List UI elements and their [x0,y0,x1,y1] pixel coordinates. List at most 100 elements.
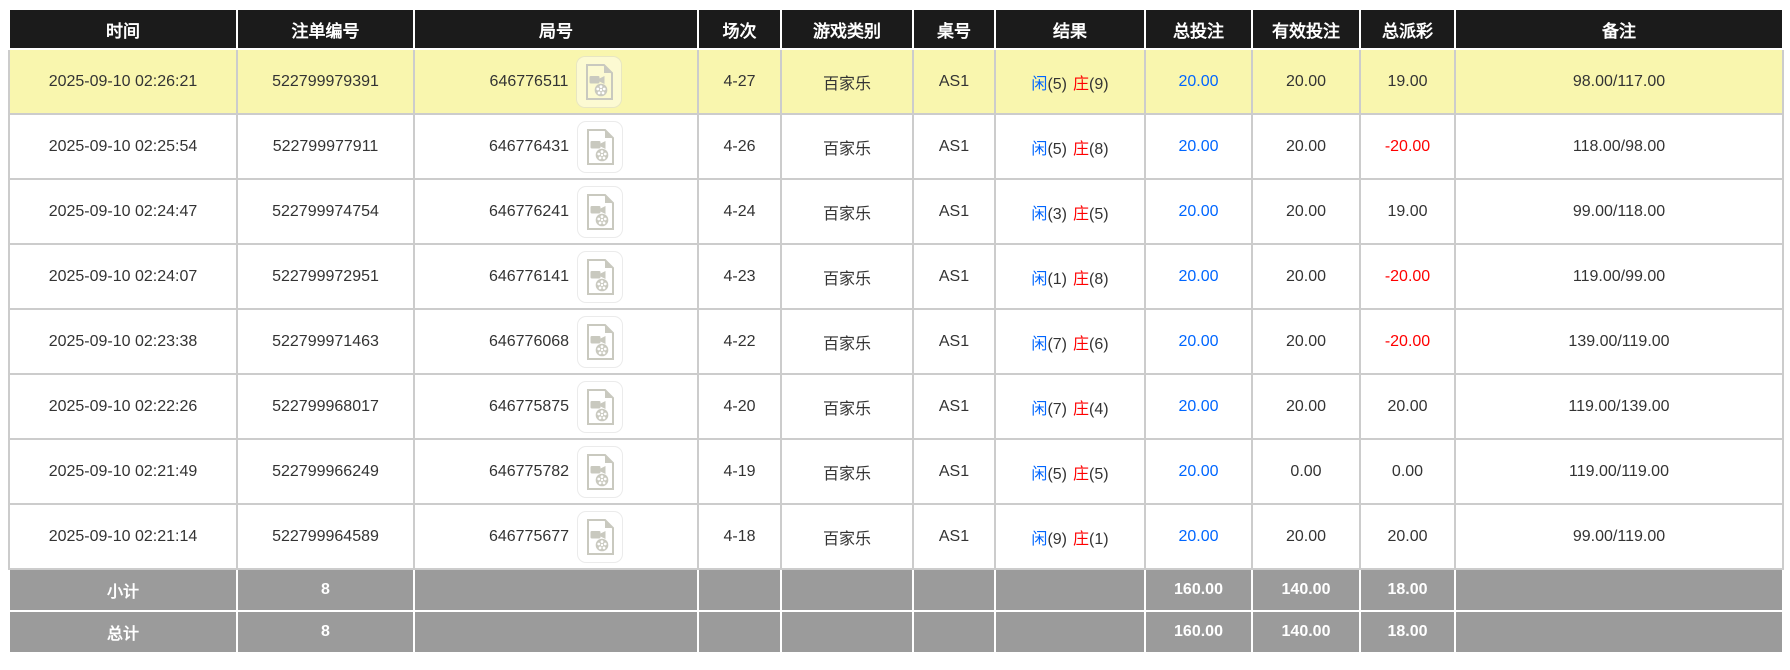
summary-row: 总计 8 160.00 140.00 18.00 [9,611,1783,653]
player-result-score: (5) [1047,466,1067,483]
time-cell: 2025-09-10 02:25:54 [9,114,237,179]
player-result-label: 闲 [1031,76,1047,93]
table-number-cell: AS1 [913,439,995,504]
table-row: 2025-09-10 02:21:49 522799966249 6467757… [9,439,1783,504]
video-file-icon [585,454,615,490]
payout-cell: -20.00 [1360,244,1455,309]
session-cell: 4-18 [698,504,781,569]
column-header-remark: 备注 [1455,9,1783,49]
video-replay-button[interactable] [577,446,623,498]
remark-cell: 98.00/117.00 [1455,49,1783,114]
player-result-label: 闲 [1031,466,1047,483]
game-type-cell: 百家乐 [781,504,913,569]
bet-number-cell: 522799966249 [237,439,414,504]
player-result-score: (5) [1047,141,1067,158]
summary-label-cell: 总计 [9,611,237,653]
round-number-cell: 646775875 [414,374,698,439]
total-bet-cell: 20.00 [1145,374,1252,439]
video-replay-button[interactable] [577,186,623,238]
summary-payout-cell: 18.00 [1360,611,1455,653]
total-bet-cell: 20.00 [1145,504,1252,569]
round-number: 646775782 [489,463,569,481]
game-type-cell: 百家乐 [781,309,913,374]
table-number-cell: AS1 [913,244,995,309]
video-replay-button[interactable] [577,511,623,563]
remark-cell: 99.00/119.00 [1455,504,1783,569]
banker-result-label: 庄 [1073,466,1089,483]
player-result-label: 闲 [1031,271,1047,288]
round-number: 646775677 [489,528,569,546]
session-cell: 4-20 [698,374,781,439]
round-number: 646776141 [489,268,569,286]
video-file-icon [584,64,614,100]
valid-bet-cell: 20.00 [1252,309,1360,374]
video-replay-button[interactable] [577,251,623,303]
table-row: 2025-09-10 02:25:54 522799977911 6467764… [9,114,1783,179]
result-cell: 闲(7)庄(4) [995,374,1145,439]
result-cell: 闲(3)庄(5) [995,179,1145,244]
video-file-icon [585,129,615,165]
payout-cell: 19.00 [1360,49,1455,114]
total-bet-cell: 20.00 [1145,439,1252,504]
round-number-cell: 646776068 [414,309,698,374]
column-header-bet_no: 注单编号 [237,9,414,49]
result-cell: 闲(5)庄(8) [995,114,1145,179]
player-result-score: (7) [1047,401,1067,418]
round-number-cell: 646775677 [414,504,698,569]
player-result-score: (1) [1047,271,1067,288]
video-file-icon [585,194,615,230]
round-number: 646775875 [489,398,569,416]
result-cell: 闲(7)庄(6) [995,309,1145,374]
total-bet-cell: 20.00 [1145,114,1252,179]
table-row: 2025-09-10 02:23:38 522799971463 6467760… [9,309,1783,374]
game-type-cell: 百家乐 [781,374,913,439]
remark-cell: 119.00/139.00 [1455,374,1783,439]
video-replay-button[interactable] [577,121,623,173]
column-header-game: 游戏类别 [781,9,913,49]
session-cell: 4-27 [698,49,781,114]
game-type-cell: 百家乐 [781,49,913,114]
time-cell: 2025-09-10 02:24:47 [9,179,237,244]
payout-cell: 19.00 [1360,179,1455,244]
table-number-cell: AS1 [913,179,995,244]
bet-number-cell: 522799972951 [237,244,414,309]
summary-empty-cell [698,569,781,611]
payout-cell: 20.00 [1360,504,1455,569]
banker-result-label: 庄 [1073,141,1089,158]
video-replay-button[interactable] [576,56,622,108]
summary-empty-cell [995,611,1145,653]
video-file-icon [585,519,615,555]
banker-result-score: (5) [1089,466,1109,483]
session-cell: 4-24 [698,179,781,244]
time-cell: 2025-09-10 02:23:38 [9,309,237,374]
video-replay-button[interactable] [577,316,623,368]
summary-valid-bet-cell: 140.00 [1252,611,1360,653]
session-cell: 4-23 [698,244,781,309]
header-row: 时间注单编号局号场次游戏类别桌号结果总投注有效投注总派彩备注 [9,9,1783,49]
column-header-payout: 总派彩 [1360,9,1455,49]
total-bet-cell: 20.00 [1145,244,1252,309]
banker-result-score: (1) [1089,531,1109,548]
summary-total-bet-cell: 160.00 [1145,611,1252,653]
bet-number-cell: 522799964589 [237,504,414,569]
valid-bet-cell: 0.00 [1252,439,1360,504]
bet-number-cell: 522799974754 [237,179,414,244]
total-bet-cell: 20.00 [1145,179,1252,244]
column-header-valid_bet: 有效投注 [1252,9,1360,49]
time-cell: 2025-09-10 02:24:07 [9,244,237,309]
remark-cell: 118.00/98.00 [1455,114,1783,179]
remark-cell: 139.00/119.00 [1455,309,1783,374]
bet-number-cell: 522799977911 [237,114,414,179]
player-result-label: 闲 [1031,206,1047,223]
result-cell: 闲(1)庄(8) [995,244,1145,309]
summary-count-cell: 8 [237,611,414,653]
table-row: 2025-09-10 02:26:21 522799979391 6467765… [9,49,1783,114]
video-replay-button[interactable] [577,381,623,433]
banker-result-score: (8) [1089,141,1109,158]
valid-bet-cell: 20.00 [1252,374,1360,439]
banker-result-score: (9) [1089,76,1109,93]
bet-records-table: 时间注单编号局号场次游戏类别桌号结果总投注有效投注总派彩备注 2025-09-1… [8,8,1784,654]
time-cell: 2025-09-10 02:21:49 [9,439,237,504]
payout-cell: 20.00 [1360,374,1455,439]
summary-payout-cell: 18.00 [1360,569,1455,611]
